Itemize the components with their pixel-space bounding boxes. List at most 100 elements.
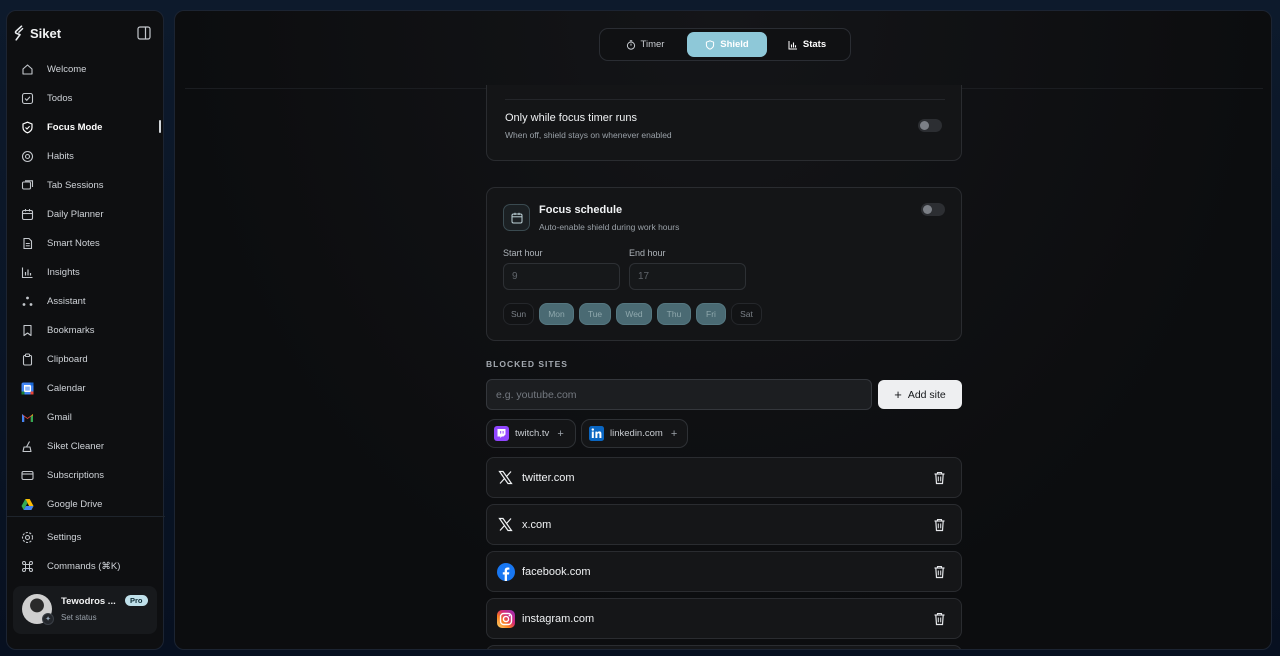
sidebar: Siket Welcome Todos Focus Mode Habits Ta… <box>6 10 165 650</box>
calendar-icon <box>21 209 34 221</box>
notes-icon <box>23 237 33 250</box>
day-mon[interactable]: Mon <box>539 303 574 325</box>
sidebar-item-label: Siket Cleaner <box>47 441 105 452</box>
shield-icon <box>706 39 715 50</box>
sparkle-icon <box>22 296 33 306</box>
sidebar-item-assistant[interactable]: Assistant <box>7 287 165 316</box>
sidebar-item-tab-sessions[interactable]: Tab Sessions <box>7 171 165 200</box>
suggestion-chip-twitch[interactable]: twitch.tv + <box>486 419 576 448</box>
plus-icon: + <box>894 386 902 402</box>
tab-stats[interactable]: Stats <box>767 32 847 57</box>
trash-icon[interactable] <box>933 471 946 485</box>
site-name: x.com <box>522 519 552 531</box>
sparkle-badge-icon: ✦ <box>42 613 54 625</box>
trash-icon[interactable] <box>933 518 946 532</box>
twitch-icon <box>494 426 509 441</box>
start-hour-input[interactable]: 9 <box>503 263 620 290</box>
sidebar-item-label: Welcome <box>47 64 87 75</box>
sidebar-item-calendar[interactable]: Calendar <box>7 374 165 403</box>
trash-icon[interactable] <box>933 612 946 626</box>
brand[interactable]: Siket <box>13 24 61 42</box>
tab-timer[interactable]: Timer <box>603 32 687 57</box>
tab-shield[interactable]: Shield <box>687 32 767 57</box>
shield-icon <box>22 121 33 134</box>
sidebar-item-habits[interactable]: Habits <box>7 142 165 171</box>
sidebar-item-label: Calendar <box>47 383 86 394</box>
blocked-sites-heading: BLOCKED SITES <box>486 359 568 369</box>
habits-icon <box>21 150 34 163</box>
sidebar-item-label: Habits <box>47 151 74 162</box>
clipboard-icon <box>22 353 33 366</box>
sidebar-item-label: Todos <box>47 93 73 104</box>
day-wed[interactable]: Wed <box>616 303 652 325</box>
sidebar-item-siket-cleaner[interactable]: Siket Cleaner <box>7 432 165 461</box>
stopwatch-icon <box>626 39 635 50</box>
checkbox-icon <box>21 92 34 105</box>
pro-badge: Pro <box>125 595 148 606</box>
sidebar-item-label: Insights <box>47 267 80 278</box>
sidebar-item-gmail[interactable]: Gmail <box>7 403 165 432</box>
chip-label: twitch.tv <box>515 428 550 439</box>
end-hour-input[interactable]: 17 <box>629 263 746 290</box>
focus-schedule-toggle[interactable] <box>921 203 945 216</box>
add-site-label: Add site <box>907 388 946 401</box>
sidebar-item-settings[interactable]: Settings <box>7 523 165 552</box>
sidebar-nav: Welcome Todos Focus Mode Habits Tab Sess… <box>7 55 165 519</box>
add-site-input[interactable] <box>486 379 872 410</box>
google-calendar-icon <box>21 382 34 395</box>
day-tue[interactable]: Tue <box>579 303 611 325</box>
tabs-icon <box>21 180 34 190</box>
sidebar-item-todos[interactable]: Todos <box>7 84 165 113</box>
x-logo-icon <box>496 515 515 534</box>
sidebar-item-insights[interactable]: Insights <box>7 258 165 287</box>
sidebar-item-label: Assistant <box>47 296 86 307</box>
gmail-icon <box>22 414 33 422</box>
sidebar-item-label: Commands (⌘K) <box>47 561 121 572</box>
main-panel: Timer Shield Stats Only while focus time… <box>174 10 1272 650</box>
sidebar-item-focus-mode[interactable]: Focus Mode <box>7 113 165 142</box>
sidebar-toggle-icon[interactable] <box>137 26 151 40</box>
sidebar-item-smart-notes[interactable]: Smart Notes <box>7 229 165 258</box>
trash-icon[interactable] <box>933 565 946 579</box>
sidebar-item-welcome[interactable]: Welcome <box>7 55 165 84</box>
option-title: Only while focus timer runs <box>505 112 638 124</box>
sidebar-item-label: Subscriptions <box>47 470 105 481</box>
blocked-site-row: twitter.com <box>486 457 962 498</box>
day-sun[interactable]: Sun <box>503 303 534 325</box>
sidebar-item-label: Bookmarks <box>47 325 95 336</box>
focus-timer-only-toggle[interactable] <box>918 119 942 132</box>
start-hour-label: Start hour <box>503 248 543 258</box>
schedule-title: Focus schedule <box>539 204 623 216</box>
chip-label: linkedin.com <box>610 428 663 439</box>
day-thu[interactable]: Thu <box>657 303 691 325</box>
gear-icon <box>21 531 34 544</box>
tab-label: Timer <box>640 39 665 50</box>
x-logo-icon <box>496 468 515 487</box>
tab-label: Shield <box>720 39 749 50</box>
add-site-button[interactable]: + Add site <box>878 380 962 409</box>
end-hour-label: End hour <box>629 248 666 258</box>
bookmark-icon <box>23 324 32 337</box>
user-card[interactable]: ✦ Tewodros ... Pro Set status <box>13 586 157 634</box>
sidebar-item-google-drive[interactable]: Google Drive <box>7 490 165 519</box>
home-icon <box>22 64 33 75</box>
day-fri[interactable]: Fri <box>696 303 726 325</box>
app-name: Siket <box>30 25 62 41</box>
sidebar-item-label: Daily Planner <box>47 209 104 220</box>
day-sat[interactable]: Sat <box>731 303 762 325</box>
bar-chart-icon <box>21 267 33 279</box>
sidebar-item-commands[interactable]: Commands (⌘K) <box>7 552 165 581</box>
plus-icon: + <box>557 427 564 440</box>
sidebar-item-bookmarks[interactable]: Bookmarks <box>7 316 165 345</box>
sidebar-item-label: Clipboard <box>47 354 88 365</box>
set-status-link[interactable]: Set status <box>61 613 97 622</box>
sidebar-divider <box>7 516 165 517</box>
calendar-icon <box>503 204 530 231</box>
suggestion-chip-linkedin[interactable]: linkedin.com + <box>581 419 688 448</box>
facebook-icon <box>496 562 515 581</box>
plus-icon: + <box>670 427 678 440</box>
card-icon <box>21 470 34 481</box>
sidebar-item-subscriptions[interactable]: Subscriptions <box>7 461 165 490</box>
sidebar-item-clipboard[interactable]: Clipboard <box>7 345 165 374</box>
sidebar-item-daily-planner[interactable]: Daily Planner <box>7 200 165 229</box>
